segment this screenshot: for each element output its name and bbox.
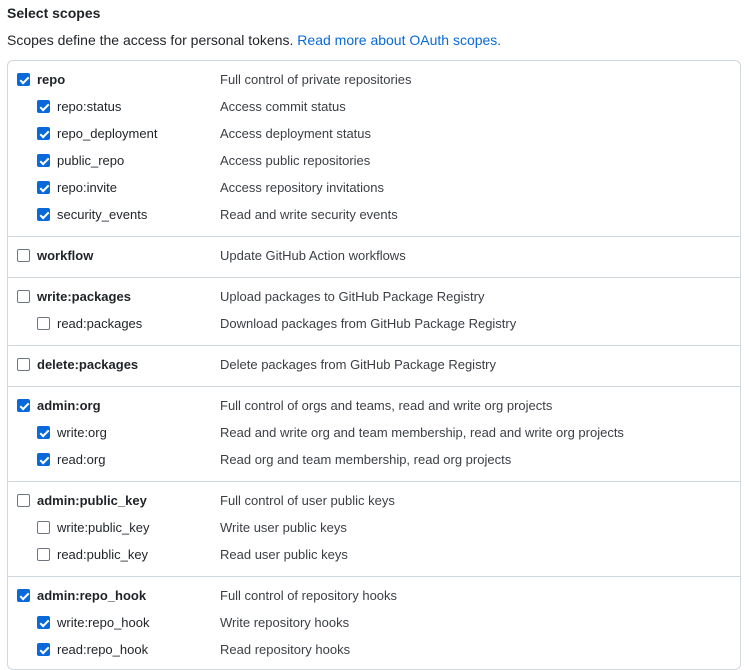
section-description: Scopes define the access for personal to… xyxy=(7,32,501,48)
scope-description: Full control of orgs and teams, read and… xyxy=(220,398,553,413)
scope-row-repo-status: repo:status Access commit status xyxy=(8,94,740,121)
scope-checkbox-workflow[interactable] xyxy=(17,249,30,262)
scope-group-admin-repo-hook: admin:repo_hook Full control of repositor… xyxy=(8,576,740,669)
scope-row-write-public-key: write:public_key Write user public keys xyxy=(8,515,740,542)
scope-description: Read and write org and team membership, … xyxy=(220,425,624,440)
scope-row-repo-invite: repo:invite Access repository invitations xyxy=(8,175,740,202)
scope-checkbox-delete-packages[interactable] xyxy=(17,358,30,371)
scope-name[interactable]: repo:status xyxy=(57,99,121,115)
scope-name[interactable]: write:packages xyxy=(37,289,131,305)
scope-description: Full control of repository hooks xyxy=(220,588,398,603)
scope-name[interactable]: read:org xyxy=(57,452,105,468)
scope-checkbox-write-repo-hook[interactable] xyxy=(37,616,50,629)
scope-checkbox-read-public-key[interactable] xyxy=(37,548,50,561)
scope-group-delete-packages: delete:packages Delete packages from GitH… xyxy=(8,345,740,386)
scope-description: Write user public keys xyxy=(220,520,347,535)
scope-checkbox-admin-repo-hook[interactable] xyxy=(17,589,30,602)
scope-row-repo: repo Full control of private repositories xyxy=(8,67,740,94)
scope-checkbox-write-org[interactable] xyxy=(37,426,50,439)
scope-name[interactable]: repo xyxy=(37,72,65,88)
scope-row-admin-org: admin:org Full control of orgs and teams,… xyxy=(8,393,740,420)
scope-description: Read user public keys xyxy=(220,547,348,562)
scope-description: Access deployment status xyxy=(220,126,372,141)
scope-checkbox-admin-org[interactable] xyxy=(17,399,30,412)
scope-name[interactable]: write:public_key xyxy=(57,520,150,536)
scope-description: Delete packages from GitHub Package Regi… xyxy=(220,357,497,372)
scope-row-repo-deployment: repo_deployment Access deployment status xyxy=(8,121,740,148)
scope-description: Write repository hooks xyxy=(220,615,350,630)
section-title: Select scopes xyxy=(7,5,101,21)
scope-checkbox-repo-invite[interactable] xyxy=(37,181,50,194)
scope-name[interactable]: read:packages xyxy=(57,316,142,332)
scope-row-read-public-key: read:public_key Read user public keys xyxy=(8,542,740,569)
scope-row-delete-packages: delete:packages Delete packages from GitH… xyxy=(8,352,740,379)
scope-name[interactable]: repo_deployment xyxy=(57,126,157,142)
scope-checkbox-public-repo[interactable] xyxy=(37,154,50,167)
scope-checkbox-repo-deployment[interactable] xyxy=(37,127,50,140)
scope-name[interactable]: public_repo xyxy=(57,153,124,169)
scope-name[interactable]: read:public_key xyxy=(57,547,148,563)
scope-checkbox-read-packages[interactable] xyxy=(37,317,50,330)
scope-row-workflow: workflow Update GitHub Action workflows xyxy=(8,243,740,270)
oauth-scopes-link[interactable]: Read more about OAuth scopes. xyxy=(297,32,501,48)
scope-row-write-org: write:org Read and write org and team mem… xyxy=(8,420,740,447)
scope-description: Read repository hooks xyxy=(220,642,351,657)
scope-name[interactable]: workflow xyxy=(37,248,93,264)
scope-row-admin-repo-hook: admin:repo_hook Full control of repositor… xyxy=(8,583,740,610)
scope-row-read-repo-hook: read:repo_hook Read repository hooks xyxy=(8,637,740,664)
scope-description: Access public repositories xyxy=(220,153,371,168)
scope-name[interactable]: admin:org xyxy=(37,398,101,414)
scope-checkbox-write-packages[interactable] xyxy=(17,290,30,303)
scope-name[interactable]: read:repo_hook xyxy=(57,642,148,658)
scope-row-write-repo-hook: write:repo_hook Write repository hooks xyxy=(8,610,740,637)
scope-row-write-packages: write:packages Upload packages to GitHub … xyxy=(8,284,740,311)
scope-group-admin-org: admin:org Full control of orgs and teams,… xyxy=(8,386,740,481)
description-text: Scopes define the access for personal to… xyxy=(7,32,294,48)
scope-description: Read org and team membership, read org p… xyxy=(220,452,512,467)
scope-description: Upload packages to GitHub Package Regist… xyxy=(220,289,485,304)
scope-description: Full control of user public keys xyxy=(220,493,395,508)
scopes-list: repo Full control of private repositories… xyxy=(7,60,741,670)
scope-checkbox-read-repo-hook[interactable] xyxy=(37,643,50,656)
scope-group-workflow: workflow Update GitHub Action workflows xyxy=(8,236,740,277)
scope-checkbox-write-public-key[interactable] xyxy=(37,521,50,534)
scope-name[interactable]: admin:public_key xyxy=(37,493,147,509)
scope-checkbox-admin-public-key[interactable] xyxy=(17,494,30,507)
scope-description: Update GitHub Action workflows xyxy=(220,248,406,263)
scope-name[interactable]: delete:packages xyxy=(37,357,138,373)
scope-description: Access repository invitations xyxy=(220,180,385,195)
scope-name[interactable]: write:org xyxy=(57,425,107,441)
scope-row-read-org: read:org Read org and team membership, re… xyxy=(8,447,740,474)
scope-row-public-repo: public_repo Access public repositories xyxy=(8,148,740,175)
scope-group-write-packages: write:packages Upload packages to GitHub … xyxy=(8,277,740,345)
scope-row-security-events: security_events Read and write security e… xyxy=(8,202,740,229)
scope-name[interactable]: admin:repo_hook xyxy=(37,588,146,604)
scope-checkbox-repo-status[interactable] xyxy=(37,100,50,113)
scope-description: Full control of private repositories xyxy=(220,72,412,87)
scope-group-admin-public-key: admin:public_key Full control of user pub… xyxy=(8,481,740,576)
scope-description: Read and write security events xyxy=(220,207,398,222)
scope-group-repo: repo Full control of private repositories… xyxy=(8,61,740,236)
scope-row-read-packages: read:packages Download packages from GitH… xyxy=(8,311,740,338)
scope-row-admin-public-key: admin:public_key Full control of user pub… xyxy=(8,488,740,515)
scope-checkbox-security-events[interactable] xyxy=(37,208,50,221)
scope-description: Access commit status xyxy=(220,99,346,114)
scope-name[interactable]: write:repo_hook xyxy=(57,615,150,631)
scope-name[interactable]: repo:invite xyxy=(57,180,117,196)
scope-description: Download packages from GitHub Package Re… xyxy=(220,316,517,331)
scope-checkbox-read-org[interactable] xyxy=(37,453,50,466)
scope-name[interactable]: security_events xyxy=(57,207,147,223)
scope-checkbox-repo[interactable] xyxy=(17,73,30,86)
